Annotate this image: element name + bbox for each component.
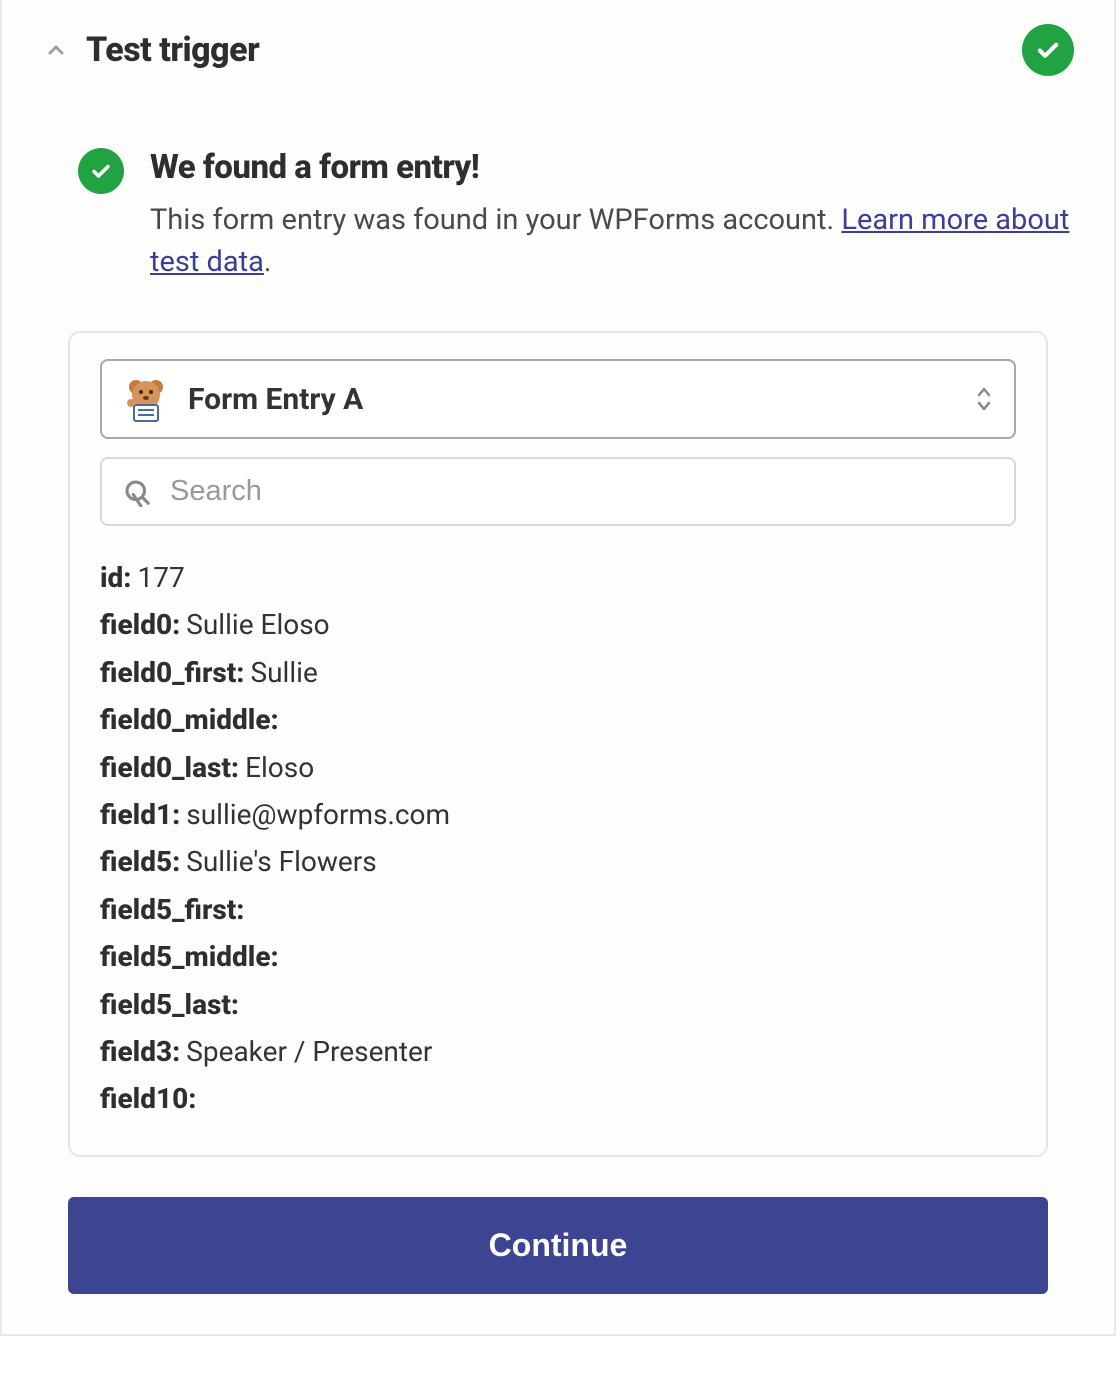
- message-heading: We found a form entry!: [150, 148, 1074, 187]
- search-box[interactable]: [100, 457, 1016, 526]
- field-value: Sullie's Flowers: [186, 845, 376, 878]
- message-body-suffix: .: [264, 245, 272, 279]
- test-trigger-panel: Test trigger We found a form entry! This…: [0, 0, 1116, 1336]
- field-row: field5_last:: [100, 983, 1016, 1026]
- entry-data-card: Form Entry A id:177field0:Sullie Elosofi…: [68, 331, 1048, 1157]
- field-key: field1:: [100, 798, 180, 831]
- field-key: field0_middle:: [100, 703, 279, 736]
- field-key: field0_last:: [100, 751, 239, 784]
- field-row: field0_last:Eloso: [100, 746, 1016, 789]
- field-row: field10:: [100, 1077, 1016, 1120]
- field-row: field0_middle:: [100, 698, 1016, 741]
- entry-selector[interactable]: Form Entry A: [100, 359, 1016, 439]
- result-message: We found a form entry! This form entry w…: [2, 88, 1114, 313]
- field-value: Eloso: [245, 751, 314, 784]
- search-icon: [122, 477, 152, 507]
- field-value: Speaker / Presenter: [186, 1035, 432, 1068]
- panel-header: Test trigger: [2, 0, 1114, 88]
- wpforms-icon: [122, 375, 170, 423]
- message-success-badge: [78, 148, 124, 194]
- field-key: field10:: [100, 1082, 196, 1115]
- field-value: 177: [137, 561, 184, 594]
- field-row: field0:Sullie Eloso: [100, 603, 1016, 646]
- field-row: id:177: [100, 556, 1016, 599]
- field-row: field5:Sullie's Flowers: [100, 840, 1016, 883]
- field-key: field5_middle:: [100, 940, 279, 973]
- field-key: id:: [100, 561, 131, 594]
- message-text: We found a form entry! This form entry w…: [150, 148, 1074, 283]
- field-key: field5:: [100, 845, 180, 878]
- search-input[interactable]: [170, 475, 994, 508]
- field-row: field0_first:Sullie: [100, 651, 1016, 694]
- field-key: field0:: [100, 608, 180, 641]
- chevron-up-icon: [44, 38, 68, 62]
- continue-button[interactable]: Continue: [68, 1197, 1048, 1294]
- field-key: field5_first:: [100, 893, 244, 926]
- message-body-prefix: This form entry was found in your WPForm…: [150, 203, 841, 237]
- field-row: field1:sullie@wpforms.com: [100, 793, 1016, 836]
- check-icon: [1034, 36, 1062, 64]
- check-icon: [89, 159, 113, 183]
- status-success-badge: [1022, 24, 1074, 76]
- field-key: field0_first:: [100, 656, 244, 689]
- fields-list: id:177field0:Sullie Elosofield0_first:Su…: [100, 556, 1016, 1121]
- message-body: This form entry was found in your WPForm…: [150, 199, 1074, 283]
- field-row: field5_middle:: [100, 935, 1016, 978]
- entry-selector-label: Form Entry A: [188, 382, 956, 417]
- field-row: field3:Speaker / Presenter: [100, 1030, 1016, 1073]
- sort-arrows-icon: [974, 385, 994, 413]
- field-row: field5_first:: [100, 888, 1016, 931]
- field-key: field3:: [100, 1035, 180, 1068]
- field-value: sullie@wpforms.com: [186, 798, 450, 831]
- field-value: Sullie: [250, 656, 317, 689]
- field-key: field5_last:: [100, 988, 239, 1021]
- collapse-toggle[interactable]: [42, 36, 70, 64]
- field-value: Sullie Eloso: [186, 608, 329, 641]
- panel-title: Test trigger: [86, 30, 1006, 70]
